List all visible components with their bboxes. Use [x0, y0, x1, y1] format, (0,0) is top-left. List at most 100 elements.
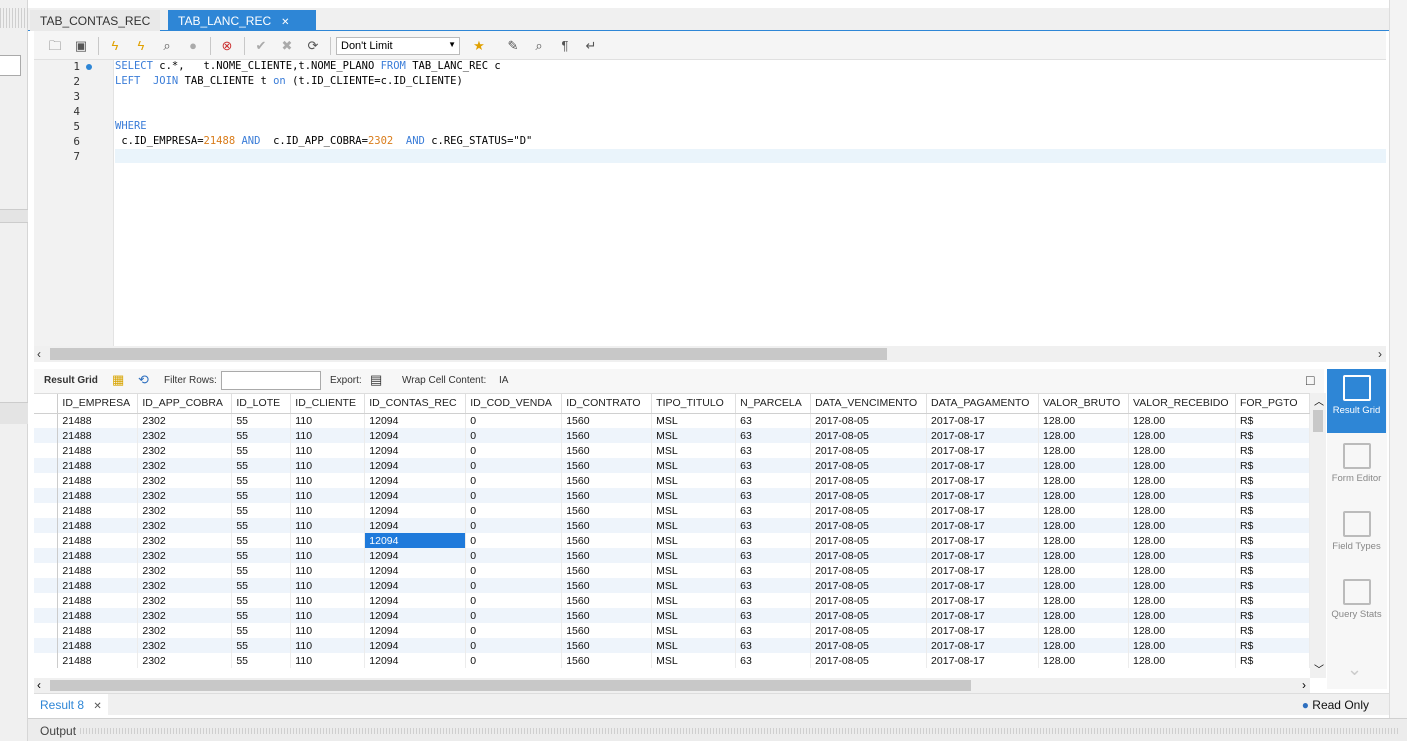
table-cell[interactable]: 110 — [290, 413, 366, 428]
table-cell[interactable]: 55 — [231, 428, 292, 443]
table-cell[interactable]: MSL — [651, 563, 737, 578]
table-cell[interactable]: 12094 — [364, 533, 467, 548]
table-cell[interactable]: R$ — [1235, 503, 1310, 518]
table-cell[interactable]: 2017-08-05 — [810, 548, 928, 563]
table-cell[interactable]: 63 — [735, 578, 812, 593]
field-types-button[interactable]: Field Types — [1327, 505, 1386, 569]
scroll-right-icon[interactable]: › — [1378, 347, 1382, 361]
table-cell[interactable]: 128.00 — [1038, 503, 1129, 518]
table-cell[interactable]: 128.00 — [1128, 638, 1236, 653]
table-cell[interactable]: 55 — [231, 548, 292, 563]
row-header[interactable] — [34, 563, 59, 578]
column-header[interactable]: ID_APP_COBRA — [137, 394, 233, 414]
table-cell[interactable]: 2302 — [137, 653, 233, 668]
row-header[interactable] — [34, 638, 59, 653]
add-snippet-icon[interactable]: ★ — [470, 37, 488, 55]
table-cell[interactable]: 128.00 — [1128, 593, 1236, 608]
row-header[interactable] — [34, 413, 59, 428]
table-cell[interactable]: 128.00 — [1038, 473, 1129, 488]
table-cell[interactable]: 21488 — [57, 533, 139, 548]
table-cell[interactable]: 63 — [735, 458, 812, 473]
table-cell[interactable]: 12094 — [364, 578, 467, 593]
find-icon[interactable]: ⌕ — [530, 37, 548, 55]
table-cell[interactable]: MSL — [651, 638, 737, 653]
table-cell[interactable]: 1560 — [561, 518, 653, 533]
table-cell[interactable]: 110 — [290, 548, 366, 563]
table-cell[interactable]: 128.00 — [1128, 458, 1236, 473]
row-header[interactable] — [34, 533, 59, 548]
table-cell[interactable]: 110 — [290, 503, 366, 518]
table-cell[interactable]: 0 — [465, 488, 563, 503]
table-cell[interactable]: 63 — [735, 623, 812, 638]
rollback-icon[interactable]: ✖ — [278, 37, 296, 55]
table-cell[interactable]: 55 — [231, 458, 292, 473]
table-cell[interactable]: 21488 — [57, 593, 139, 608]
table-cell[interactable]: 0 — [465, 623, 563, 638]
table-cell[interactable]: MSL — [651, 488, 737, 503]
table-cell[interactable]: 55 — [231, 503, 292, 518]
table-cell[interactable]: R$ — [1235, 428, 1310, 443]
table-cell[interactable]: 0 — [465, 638, 563, 653]
form-editor-button[interactable]: Form Editor — [1327, 437, 1386, 501]
table-cell[interactable]: 21488 — [57, 548, 139, 563]
table-cell[interactable]: 1560 — [561, 473, 653, 488]
table-cell[interactable]: 2302 — [137, 638, 233, 653]
save-icon[interactable]: ▣ — [72, 37, 90, 55]
stop-icon[interactable]: ● — [184, 37, 202, 55]
table-cell[interactable]: 110 — [290, 518, 366, 533]
table-cell[interactable]: 2017-08-17 — [926, 503, 1040, 518]
scrollbar-thumb[interactable] — [1313, 410, 1323, 432]
table-cell[interactable]: 12094 — [364, 413, 467, 428]
table-cell[interactable]: 110 — [290, 653, 366, 668]
table-cell[interactable]: 2017-08-17 — [926, 653, 1040, 668]
invisible-chars-icon[interactable]: ¶ — [556, 37, 574, 55]
table-cell[interactable]: 1560 — [561, 623, 653, 638]
commit-icon[interactable]: ✔ — [252, 37, 270, 55]
wrap-lines-icon[interactable]: ↵ — [582, 37, 600, 55]
table-cell[interactable]: 0 — [465, 593, 563, 608]
output-panel-header[interactable]: Output — [28, 718, 1407, 741]
row-header[interactable] — [34, 428, 59, 443]
row-header[interactable] — [34, 443, 59, 458]
toggle-panel-icon[interactable]: □ — [1306, 372, 1314, 388]
table-cell[interactable]: R$ — [1235, 488, 1310, 503]
table-cell[interactable]: 110 — [290, 428, 366, 443]
close-tab-icon[interactable]: ✕ — [281, 17, 289, 28]
table-cell[interactable]: 2017-08-17 — [926, 473, 1040, 488]
table-cell[interactable]: MSL — [651, 428, 737, 443]
table-cell[interactable]: 1560 — [561, 413, 653, 428]
table-cell[interactable]: 1560 — [561, 563, 653, 578]
table-cell[interactable]: 1560 — [561, 638, 653, 653]
table-cell[interactable]: R$ — [1235, 458, 1310, 473]
table-cell[interactable]: 2302 — [137, 458, 233, 473]
table-cell[interactable]: 21488 — [57, 638, 139, 653]
stop-on-error-icon[interactable]: ⊗ — [218, 37, 236, 55]
table-row[interactable]: 21488 2302 55 110 12094 0 1560 MSL 63 2017-08-05 2… — [34, 428, 1310, 443]
table-cell[interactable]: 128.00 — [1128, 518, 1236, 533]
table-cell[interactable]: 110 — [290, 638, 366, 653]
table-cell[interactable]: 2302 — [137, 623, 233, 638]
table-cell[interactable]: 63 — [735, 443, 812, 458]
table-cell[interactable]: 2017-08-05 — [810, 503, 928, 518]
table-cell[interactable]: 2017-08-05 — [810, 518, 928, 533]
table-cell[interactable]: 128.00 — [1038, 488, 1129, 503]
column-header[interactable]: ID_EMPRESA — [57, 394, 139, 414]
table-cell[interactable]: 2017-08-17 — [926, 578, 1040, 593]
tab-result-8[interactable]: Result 8 ✕ — [34, 694, 108, 715]
table-cell[interactable]: 55 — [231, 473, 292, 488]
table-cell[interactable]: R$ — [1235, 638, 1310, 653]
table-cell[interactable]: 2017-08-05 — [810, 593, 928, 608]
table-cell[interactable]: 2302 — [137, 578, 233, 593]
column-header[interactable]: ID_COD_VENDA — [465, 394, 563, 414]
scroll-right-icon[interactable]: › — [1302, 678, 1306, 692]
table-cell[interactable]: 1560 — [561, 503, 653, 518]
table-cell[interactable]: 128.00 — [1038, 593, 1129, 608]
scroll-left-icon[interactable]: ‹ — [37, 347, 41, 361]
table-cell[interactable]: 128.00 — [1038, 578, 1129, 593]
drag-handle[interactable] — [80, 728, 1400, 734]
table-cell[interactable]: MSL — [651, 653, 737, 668]
table-cell[interactable]: 110 — [290, 443, 366, 458]
table-cell[interactable]: R$ — [1235, 533, 1310, 548]
row-header[interactable] — [34, 503, 59, 518]
table-cell[interactable]: 2302 — [137, 428, 233, 443]
